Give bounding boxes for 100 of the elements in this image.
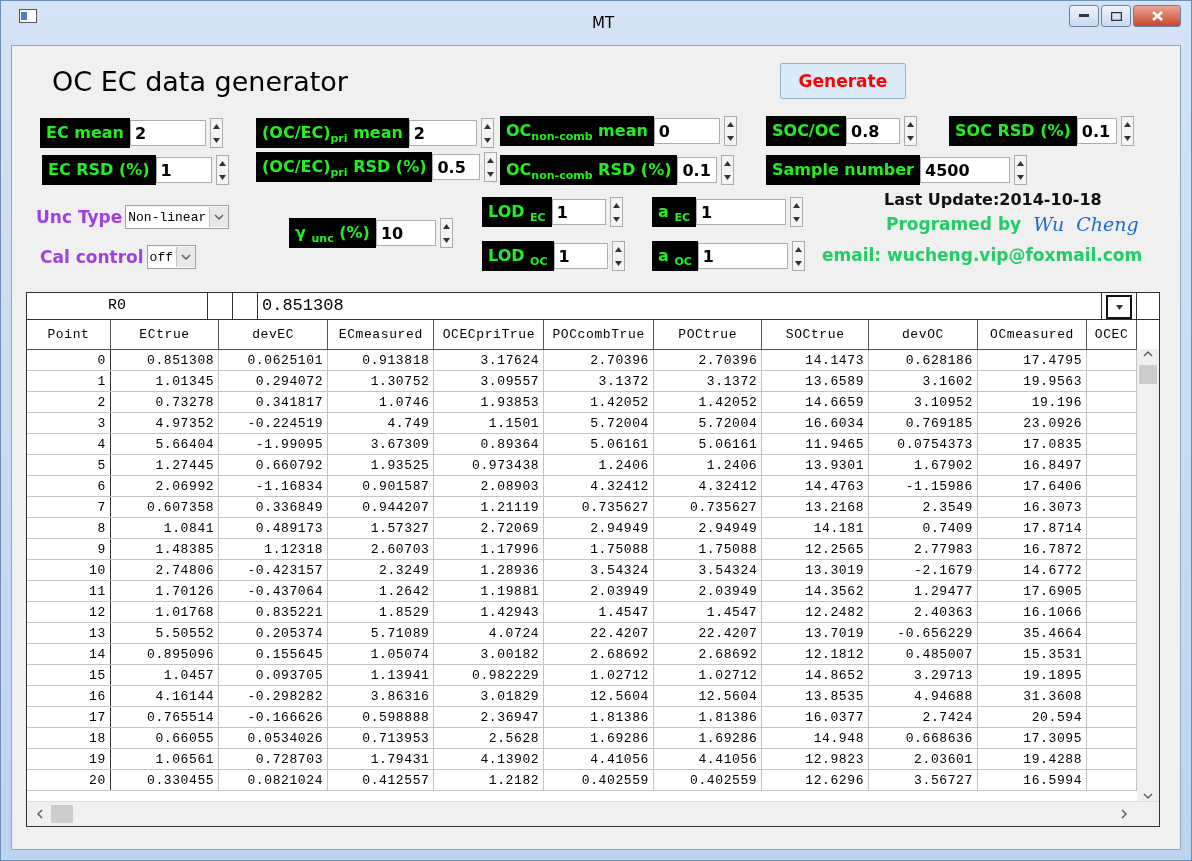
- table-cell: 13.7019: [761, 622, 869, 644]
- spin-button[interactable]: [611, 241, 625, 271]
- table-cell: 0.0625101: [218, 349, 328, 371]
- row-number: 8: [27, 517, 111, 539]
- table-cell: 1.01768: [110, 601, 219, 623]
- field-label: (OC/EC)$_{pri}$ RSD (%): [256, 152, 433, 182]
- row-number: 10: [27, 559, 111, 581]
- table-cell: 19.4288: [977, 748, 1087, 770]
- vertical-scrollbar[interactable]: [1137, 349, 1159, 801]
- spin-button[interactable]: [480, 118, 494, 148]
- triangle-up-icon: [612, 202, 620, 208]
- table-cell: 2.03601: [868, 748, 978, 770]
- number-field[interactable]: 1: [553, 243, 608, 269]
- column-header[interactable]: ECtrue: [110, 320, 219, 350]
- table-cell: 2.68692: [543, 643, 654, 665]
- field-label: EC mean: [40, 118, 130, 148]
- horizontal-scrollbar[interactable]: [27, 801, 1159, 826]
- number-field[interactable]: 0.8: [846, 118, 901, 144]
- number-field[interactable]: 1: [551, 199, 606, 225]
- table-cell: 35.4664: [977, 622, 1087, 644]
- column-header[interactable]: devOC: [868, 320, 978, 350]
- row-number: 6: [27, 475, 111, 497]
- scroll-thumb[interactable]: [51, 805, 73, 823]
- spin-button[interactable]: [721, 155, 735, 185]
- column-header[interactable]: devEC: [218, 320, 328, 350]
- spin-button[interactable]: [484, 152, 498, 182]
- number-field[interactable]: 1: [155, 157, 212, 183]
- field-label: LOD $_{EC}$: [482, 197, 552, 227]
- spin-button[interactable]: [723, 116, 737, 146]
- row-number: 2: [27, 391, 111, 413]
- dropdown-button[interactable]: [1106, 295, 1132, 319]
- number-field[interactable]: 10: [375, 220, 436, 246]
- column-header[interactable]: OCmeasured: [977, 320, 1087, 350]
- spin-button[interactable]: [789, 197, 803, 227]
- row-number: 3: [27, 412, 111, 434]
- field-label: OC$_{non-comb}$ RSD (%): [500, 155, 678, 185]
- spin-button[interactable]: [1120, 116, 1134, 146]
- table-cell: 3.1372: [543, 370, 654, 392]
- spin-button[interactable]: [791, 241, 805, 271]
- triangle-up-icon: [487, 157, 495, 163]
- table-cell: 16.8497: [977, 454, 1087, 476]
- column-header[interactable]: POCcombTrue: [543, 320, 654, 350]
- spin-button[interactable]: [1014, 155, 1027, 185]
- table-cell: 1.81386: [653, 706, 762, 728]
- table-cell: 1.12318: [218, 538, 328, 560]
- column-header[interactable]: Point: [27, 320, 111, 350]
- spin-button[interactable]: [439, 218, 453, 248]
- spin-button[interactable]: [215, 155, 229, 185]
- cell-value-field[interactable]: 0.851308: [258, 293, 1102, 319]
- table-cell: 12.5604: [543, 685, 654, 707]
- table-cell: 2.5628: [433, 727, 544, 749]
- table-cell: 0.73278: [110, 391, 219, 413]
- field-label: EC RSD (%): [42, 155, 156, 185]
- dropdown[interactable]: Non-linear: [125, 205, 230, 229]
- maximize-button[interactable]: [1101, 5, 1131, 27]
- table-cell: 0.769185: [868, 412, 978, 434]
- table-cell: 0.341817: [218, 391, 328, 413]
- number-field[interactable]: 1: [697, 243, 788, 269]
- number-field[interactable]: 4500: [920, 157, 1010, 183]
- table-cell: 1.27445: [110, 454, 219, 476]
- chevron-down-icon: [1143, 791, 1153, 801]
- table-cell: 2.06992: [110, 475, 219, 497]
- number-field[interactable]: 0.1: [677, 157, 718, 183]
- table-cell: 4.32412: [653, 475, 762, 497]
- spin-button[interactable]: [209, 118, 223, 148]
- number-field[interactable]: 0.1: [1076, 118, 1117, 144]
- column-header[interactable]: POCtrue: [653, 320, 762, 350]
- number-field[interactable]: 2: [129, 120, 206, 146]
- table-cell: 1.93853: [433, 391, 544, 413]
- number-field[interactable]: 2: [408, 120, 477, 146]
- table-cell: 16.7872: [977, 538, 1087, 560]
- scroll-thumb[interactable]: [1139, 365, 1157, 384]
- table-cell: 19.1895: [977, 664, 1087, 686]
- table-cell: 2.3249: [327, 559, 434, 581]
- table-cell: 1.21119: [433, 496, 544, 518]
- row-number: 9: [27, 538, 111, 560]
- spin-button[interactable]: [904, 116, 918, 146]
- close-icon: [1151, 11, 1163, 21]
- close-button[interactable]: [1133, 5, 1181, 27]
- column-header[interactable]: OCEC: [1086, 320, 1137, 350]
- number-field[interactable]: 0: [653, 118, 720, 144]
- table-cell: 0.485007: [868, 643, 978, 665]
- chevron-down-icon: [214, 212, 225, 222]
- spin-button[interactable]: [609, 197, 623, 227]
- number-field[interactable]: 1: [695, 199, 786, 225]
- table-cell: 1.79431: [327, 748, 434, 770]
- table-cell: 2.7424: [868, 706, 978, 728]
- table-cell: 0.155645: [218, 643, 328, 665]
- triangle-down-icon: [612, 216, 620, 222]
- number-field[interactable]: 0.5: [432, 154, 481, 180]
- minimize-button[interactable]: [1069, 5, 1099, 27]
- column-header[interactable]: ECmeasured: [327, 320, 434, 350]
- triangle-up-icon: [726, 121, 734, 127]
- table-cell: 1.1501: [433, 412, 544, 434]
- table-cell: 1.70126: [110, 580, 219, 602]
- chevron-up-icon: [1143, 349, 1153, 359]
- dropdown[interactable]: off: [146, 245, 196, 269]
- column-header[interactable]: SOCtrue: [761, 320, 869, 350]
- column-header[interactable]: OCECpriTrue: [433, 320, 544, 350]
- minimize-icon: [1079, 14, 1089, 18]
